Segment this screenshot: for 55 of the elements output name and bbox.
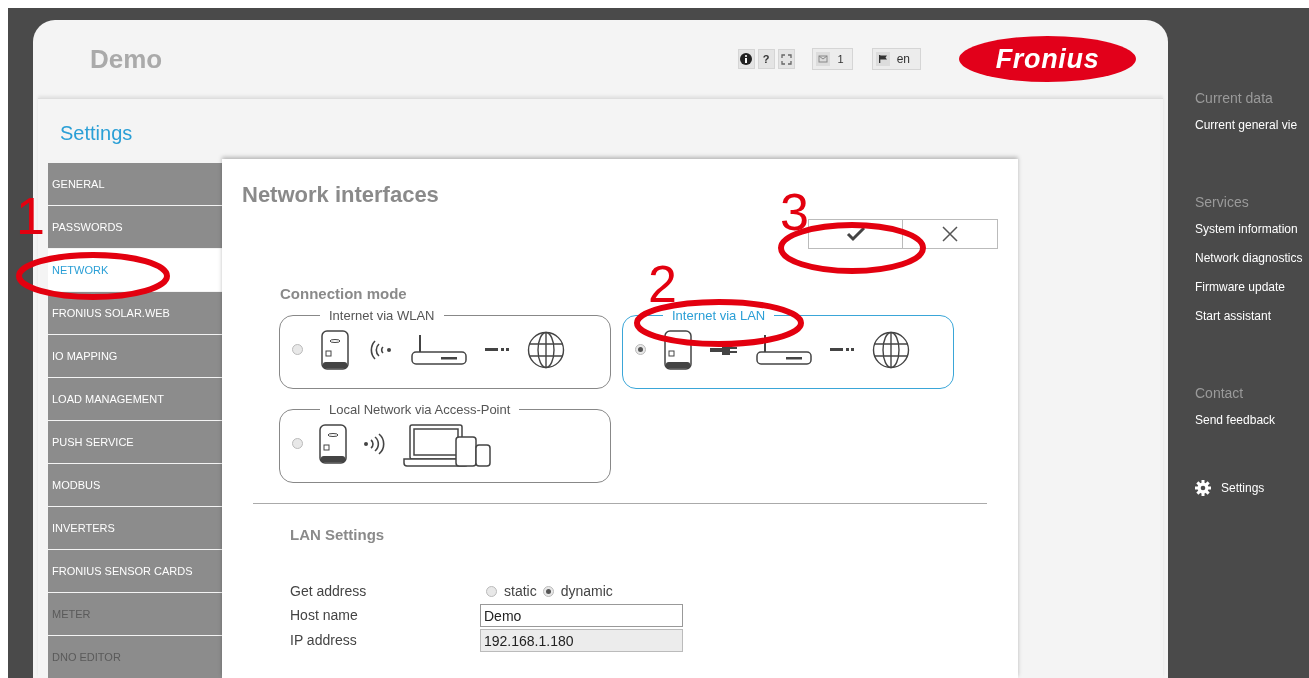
radio-button[interactable] — [486, 585, 497, 597]
section-title: Network interfaces — [241, 181, 439, 209]
menu-link[interactable]: Current general vie — [1195, 116, 1298, 134]
menu-heading: Contact — [1195, 384, 1245, 403]
check-icon — [845, 226, 866, 242]
globe-icon — [872, 330, 910, 369]
subsection-title: Connection mode — [280, 284, 407, 304]
inverter-icon — [319, 423, 347, 464]
input-field[interactable]: Demo — [480, 604, 683, 627]
page-title: Settings — [59, 121, 134, 146]
inverter-icon — [321, 329, 349, 370]
menu-link[interactable]: Send feedback — [1195, 411, 1276, 429]
menu-link[interactable]: Firmware update — [1195, 278, 1286, 296]
subsection-title: LAN Settings — [290, 524, 386, 545]
globe-icon — [527, 330, 565, 369]
confirm-button[interactable] — [808, 219, 903, 249]
router-icon — [411, 333, 467, 366]
info-button[interactable] — [737, 49, 755, 69]
annotation-number: 2 — [648, 258, 677, 310]
connection-dashes-icon — [830, 347, 854, 352]
logo: Fronius — [959, 36, 1136, 82]
menu-heading: Services — [1195, 193, 1250, 212]
radio-button[interactable] — [635, 344, 646, 355]
field-label: IP address — [290, 631, 358, 650]
field-label: Host name — [290, 606, 359, 625]
option-label: Local Network via Access-Point — [328, 402, 512, 417]
messages-button[interactable]: 1 — [811, 48, 853, 70]
help-button[interactable]: ? — [757, 49, 775, 69]
option-label: Internet via WLAN — [328, 308, 436, 323]
radio-label: static — [504, 581, 537, 601]
wireless-icon — [363, 430, 387, 457]
field-label: Get address — [290, 581, 368, 601]
option-label: Internet via LAN — [671, 308, 767, 323]
cancel-button[interactable] — [903, 219, 998, 249]
settings-icon — [1195, 480, 1211, 496]
menu-link[interactable]: Start assistant — [1195, 307, 1272, 325]
radio-button[interactable] — [292, 438, 303, 449]
menu-link[interactable]: System information — [1195, 220, 1298, 238]
radio-button[interactable] — [542, 585, 554, 597]
language-button[interactable]: en — [871, 48, 921, 70]
device-title: Demo — [90, 42, 163, 76]
menu-heading: Current data — [1195, 89, 1274, 108]
flag-icon — [875, 52, 890, 66]
connection-option[interactable]: Local Network via Access-Point — [279, 402, 611, 483]
menu-link[interactable]: Network diagnostics — [1195, 249, 1303, 267]
annotation-number: 3 — [780, 186, 809, 238]
mail-icon — [815, 52, 830, 66]
fullscreen-button[interactable] — [777, 49, 795, 69]
radio-label: dynamic — [560, 581, 613, 601]
router-icon — [756, 333, 812, 366]
settings-link[interactable]: Settings — [1221, 479, 1265, 497]
radio-button[interactable] — [292, 344, 303, 355]
connection-dashes-icon — [485, 347, 509, 352]
connection-option[interactable]: Internet via WLAN — [279, 308, 611, 389]
close-icon — [942, 226, 958, 242]
